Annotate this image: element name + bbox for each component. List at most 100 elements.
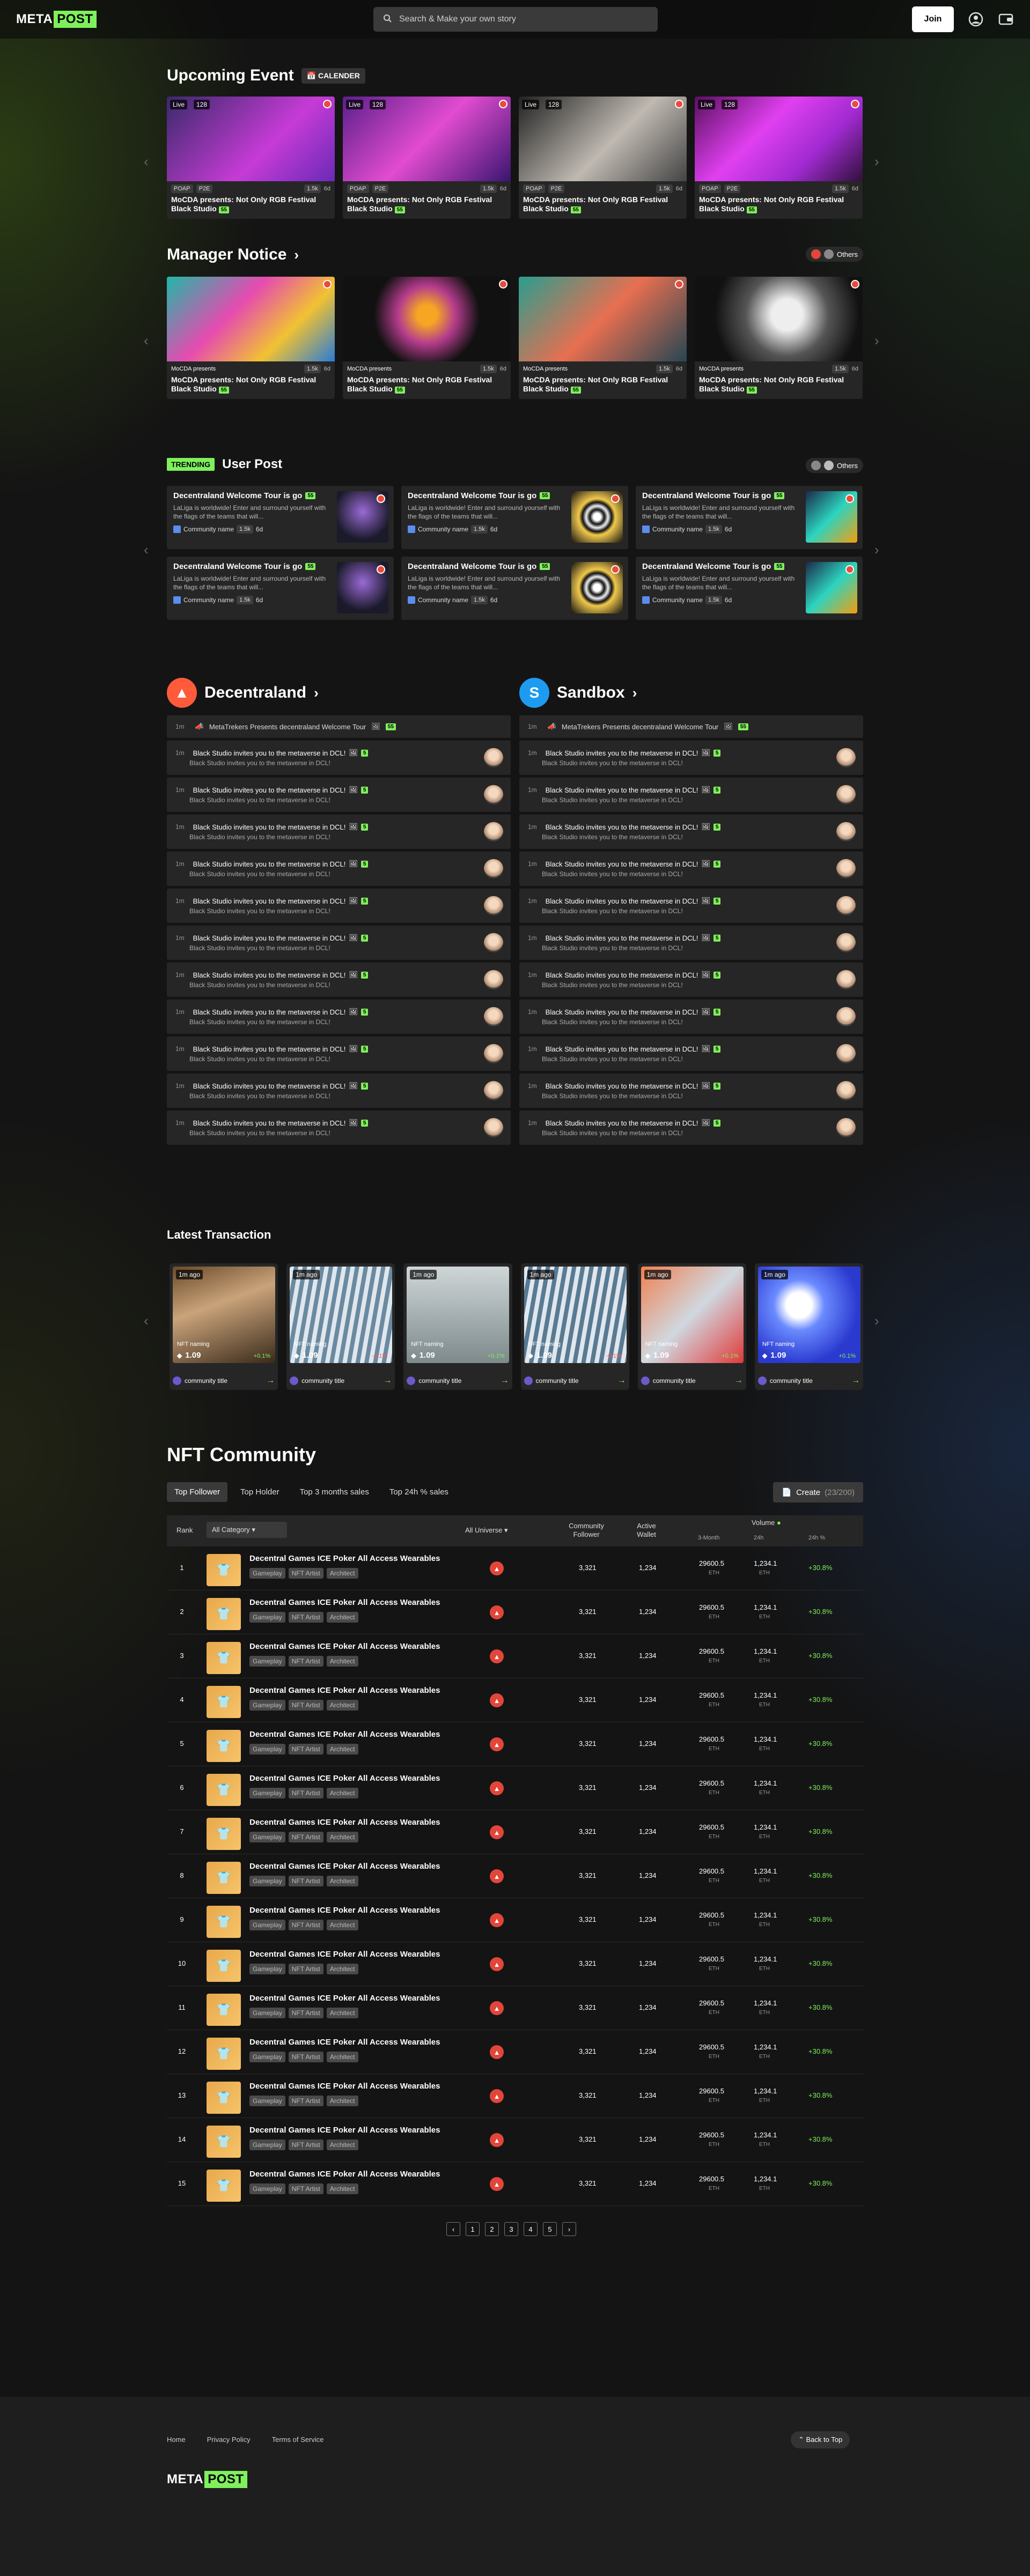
table-row[interactable]: 8 👕 Decentral Games ICE Poker All Access W… (167, 1854, 863, 1898)
news-row[interactable]: 1m Black Studio invites you to the metave… (167, 852, 511, 886)
news-row[interactable]: 1m Black Studio invites you to the metave… (167, 1074, 511, 1108)
calendar-button[interactable]: 📅 CALENDER (301, 68, 365, 84)
back-to-top-button[interactable]: ⌃ Back to Top (791, 2431, 850, 2448)
pinned-row[interactable]: 1m 📣 MetaTrekers Presents decentraland Wel… (167, 715, 511, 738)
table-row[interactable]: 3 👕 Decentral Games ICE Poker All Access W… (167, 1634, 863, 1678)
create-button[interactable]: 📄 Create (23/200) (773, 1482, 863, 1502)
page-button[interactable]: 5 (543, 2222, 557, 2236)
chevron-right-icon[interactable]: › (632, 685, 637, 701)
footer-link-privacy[interactable]: Privacy Policy (207, 2436, 251, 2444)
pinned-row[interactable]: 1m 📣 MetaTrekers Presents decentraland Wel… (519, 715, 863, 738)
tab-0[interactable]: Top Follower (167, 1482, 228, 1502)
table-row[interactable]: 1 👕 Decentral Games ICE Poker All Access W… (167, 1546, 863, 1590)
news-row[interactable]: 1m Black Studio invites you to the metave… (167, 815, 511, 849)
chevron-right-icon[interactable]: › (294, 247, 299, 263)
post-card[interactable]: Decentraland Welcome Tour is go 55 LaLiga … (167, 486, 394, 549)
table-row[interactable]: 7 👕 Decentral Games ICE Poker All Access W… (167, 1810, 863, 1854)
chevron-right-icon[interactable]: › (874, 1313, 879, 1329)
table-row[interactable]: 6 👕 Decentral Games ICE Poker All Access W… (167, 1766, 863, 1810)
table-row[interactable]: 13 👕 Decentral Games ICE Poker All Access … (167, 2074, 863, 2118)
chevron-left-icon[interactable]: ‹ (144, 542, 149, 558)
news-row[interactable]: 1m Black Studio invites you to the metave… (167, 963, 511, 997)
table-row[interactable]: 2 👕 Decentral Games ICE Poker All Access W… (167, 1590, 863, 1634)
event-card[interactable]: MoCDA presents 1.5k 6d MoCDA presents: Not … (343, 277, 511, 399)
page-button[interactable]: 4 (524, 2222, 538, 2236)
page-button[interactable]: 3 (504, 2222, 518, 2236)
news-row[interactable]: 1m Black Studio invites you to the metave… (519, 1000, 863, 1034)
news-row[interactable]: 1m Black Studio invites you to the metave… (167, 926, 511, 960)
news-row[interactable]: 1m Black Studio invites you to the metave… (519, 926, 863, 960)
post-card[interactable]: Decentraland Welcome Tour is go 55 LaLiga … (401, 557, 628, 620)
tab-1[interactable]: Top Holder (233, 1482, 287, 1502)
news-row[interactable]: 1m Black Studio invites you to the metave… (519, 889, 863, 923)
site-logo[interactable]: META POST (16, 11, 97, 28)
news-row[interactable]: 1m Black Studio invites you to the metave… (167, 1037, 511, 1071)
footer-link-terms[interactable]: Terms of Service (272, 2436, 324, 2444)
event-card[interactable]: Live 128 POAP P2E 1.5k 6d MoCDA presents: Not … (167, 97, 335, 219)
arrow-right-icon[interactable]: → (851, 1376, 860, 1386)
page-button[interactable]: › (562, 2222, 576, 2236)
post-card[interactable]: Decentraland Welcome Tour is go 55 LaLiga … (401, 486, 628, 549)
arrow-right-icon[interactable]: → (501, 1376, 509, 1386)
news-row[interactable]: 1m Black Studio invites you to the metave… (519, 963, 863, 997)
post-card[interactable]: Decentraland Welcome Tour is go 55 LaLiga … (636, 486, 863, 549)
table-row[interactable]: 9 👕 Decentral Games ICE Poker All Access W… (167, 1898, 863, 1942)
arrow-right-icon[interactable]: → (617, 1376, 626, 1386)
news-row[interactable]: 1m Black Studio invites you to the metave… (519, 741, 863, 775)
arrow-right-icon[interactable]: → (734, 1376, 743, 1386)
tab-3[interactable]: Top 24h % sales (382, 1482, 456, 1502)
join-button[interactable]: Join (912, 6, 954, 32)
chevron-right-icon[interactable]: › (314, 685, 319, 701)
chevron-right-icon[interactable]: › (874, 332, 879, 349)
transaction-card[interactable]: 1m ago NFT naming ◆ 1.09 -0.1% community titl… (520, 1263, 629, 1390)
event-card[interactable]: MoCDA presents 1.5k 6d MoCDA presents: Not … (695, 277, 863, 399)
transaction-card[interactable]: 1m ago NFT naming ◆ 1.09 +0.1% community titl… (403, 1263, 512, 1390)
page-button[interactable]: 2 (485, 2222, 499, 2236)
chevron-right-icon[interactable]: › (874, 542, 879, 558)
news-row[interactable]: 1m Black Studio invites you to the metave… (167, 778, 511, 812)
chevron-left-icon[interactable]: ‹ (144, 1313, 149, 1329)
event-card[interactable]: MoCDA presents 1.5k 6d MoCDA presents: Not … (167, 277, 335, 399)
news-row[interactable]: 1m Black Studio invites you to the metave… (167, 1111, 511, 1145)
table-row[interactable]: 12 👕 Decentral Games ICE Poker All Access … (167, 2030, 863, 2074)
filter-toggle[interactable]: Others (805, 247, 863, 262)
chevron-left-icon[interactable]: ‹ (144, 332, 149, 349)
event-card[interactable]: MoCDA presents 1.5k 6d MoCDA presents: Not … (519, 277, 687, 399)
news-row[interactable]: 1m Black Studio invites you to the metave… (519, 1111, 863, 1145)
tab-2[interactable]: Top 3 months sales (292, 1482, 377, 1502)
table-row[interactable]: 5 👕 Decentral Games ICE Poker All Access W… (167, 1722, 863, 1766)
page-button[interactable]: ‹ (446, 2222, 460, 2236)
news-row[interactable]: 1m Black Studio invites you to the metave… (167, 1000, 511, 1034)
transaction-card[interactable]: 1m ago NFT naming ◆ 1.09 +0.1% community titl… (637, 1263, 746, 1390)
post-card[interactable]: Decentraland Welcome Tour is go 55 LaLiga … (167, 557, 394, 620)
news-row[interactable]: 1m Black Studio invites you to the metave… (519, 852, 863, 886)
news-row[interactable]: 1m Black Studio invites you to the metave… (519, 1037, 863, 1071)
news-row[interactable]: 1m Black Studio invites you to the metave… (519, 778, 863, 812)
event-card[interactable]: Live 128 POAP P2E 1.5k 6d MoCDA presents: Not … (519, 97, 687, 219)
filter-toggle[interactable]: Others (805, 458, 863, 473)
post-card[interactable]: Decentraland Welcome Tour is go 55 LaLiga … (636, 557, 863, 620)
news-row[interactable]: 1m Black Studio invites you to the metave… (519, 815, 863, 849)
table-row[interactable]: 4 👕 Decentral Games ICE Poker All Access W… (167, 1678, 863, 1722)
table-row[interactable]: 10 👕 Decentral Games ICE Poker All Access … (167, 1942, 863, 1986)
user-icon[interactable] (968, 11, 984, 27)
category-dropdown[interactable]: All Category ▾ (207, 1522, 287, 1538)
universe-dropdown[interactable]: All Universe ▾ (465, 1526, 508, 1535)
event-card[interactable]: Live 128 POAP P2E 1.5k 6d MoCDA presents: Not … (343, 97, 511, 219)
table-row[interactable]: 15 👕 Decentral Games ICE Poker All Access … (167, 2162, 863, 2206)
chevron-right-icon[interactable]: › (874, 153, 879, 170)
table-row[interactable]: 14 👕 Decentral Games ICE Poker All Access … (167, 2118, 863, 2162)
arrow-right-icon[interactable]: → (383, 1376, 392, 1386)
transaction-card[interactable]: 1m ago NFT naming ◆ 1.09 +0.1% community titl… (754, 1263, 864, 1390)
page-button[interactable]: 1 (466, 2222, 480, 2236)
search-bar[interactable]: Search & Make your own story (373, 7, 658, 32)
news-row[interactable]: 1m Black Studio invites you to the metave… (519, 1074, 863, 1108)
news-row[interactable]: 1m Black Studio invites you to the metave… (167, 741, 511, 775)
arrow-right-icon[interactable]: → (266, 1376, 275, 1386)
transaction-card[interactable]: 1m ago NFT naming ◆ 1.09 -0.1% community titl… (286, 1263, 395, 1390)
transaction-card[interactable]: 1m ago NFT naming ◆ 1.09 +0.1% community titl… (170, 1263, 278, 1390)
news-row[interactable]: 1m Black Studio invites you to the metave… (167, 889, 511, 923)
chevron-left-icon[interactable]: ‹ (144, 153, 149, 170)
table-row[interactable]: 11 👕 Decentral Games ICE Poker All Access … (167, 1986, 863, 2030)
event-card[interactable]: Live 128 POAP P2E 1.5k 6d MoCDA presents: Not … (695, 97, 863, 219)
